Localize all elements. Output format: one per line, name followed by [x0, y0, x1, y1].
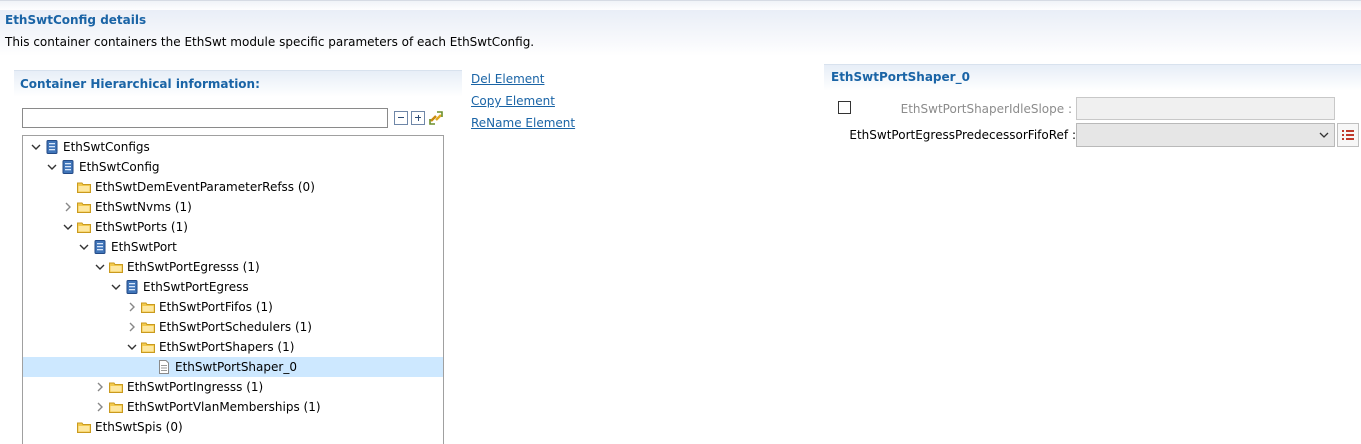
header-band — [0, 10, 1361, 56]
expand-all-icon[interactable] — [411, 111, 425, 125]
tree-item-label: EthSwtConfigs — [63, 140, 150, 154]
chevron-right-icon[interactable] — [94, 401, 106, 413]
module-icon — [61, 160, 75, 174]
tree-item-label: EthSwtPortIngresss (1) — [127, 380, 264, 394]
folder-icon — [109, 260, 123, 274]
idle-slope-label: EthSwtPortShaperIdleSlope : — [900, 102, 1072, 116]
idle-slope-checkbox[interactable] — [838, 101, 851, 114]
container-hierarchy-header: Container Hierarchical information: — [14, 70, 462, 97]
tree-item[interactable]: EthSwtNvms (1) — [23, 197, 443, 217]
link-with-editor-icon[interactable] — [428, 110, 444, 126]
container-hierarchy-title: Container Hierarchical information: — [20, 77, 260, 91]
reference-list-button[interactable] — [1337, 123, 1359, 147]
chevron-down-icon[interactable] — [110, 281, 122, 293]
shaper-details-title: EthSwtPortShaper_0 — [831, 70, 970, 84]
shaper-details-header: EthSwtPortShaper_0 — [824, 64, 1361, 91]
module-icon — [93, 240, 107, 254]
folder-icon — [141, 320, 155, 334]
tree-item-label: EthSwtPort — [111, 240, 177, 254]
module-icon — [125, 280, 139, 294]
tree-item-label: EthSwtDemEventParameterRefss (0) — [95, 180, 315, 194]
idle-slope-input[interactable] — [1076, 97, 1335, 120]
folder-icon — [77, 200, 91, 214]
rename-element-link[interactable]: ReName Element — [471, 116, 575, 130]
chevron-down-icon[interactable] — [94, 261, 106, 273]
folder-icon — [141, 300, 155, 314]
tree-item-label: EthSwtPorts (1) — [95, 220, 188, 234]
chevron-right-icon[interactable] — [62, 201, 74, 213]
tree-item[interactable]: EthSwtPortShaper_0 — [23, 357, 443, 377]
tree-item-label: EthSwtSpis (0) — [95, 420, 183, 434]
folder-icon — [141, 340, 155, 354]
tree-item[interactable]: EthSwtPortEgresss (1) — [23, 257, 443, 277]
tree-item[interactable]: EthSwtDemEventParameterRefss (0) — [23, 177, 443, 197]
chevron-down-icon[interactable] — [62, 221, 74, 233]
page-title: EthSwtConfig details — [5, 13, 147, 27]
tree-item[interactable]: EthSwtConfigs — [23, 137, 443, 157]
tree-item[interactable]: EthSwtPortEgress — [23, 277, 443, 297]
tree-item-label: EthSwtPortShaper_0 — [175, 360, 297, 374]
tree-item-label: EthSwtPortVlanMemberships (1) — [127, 400, 321, 414]
tree-item-label: EthSwtConfig — [79, 160, 160, 174]
tree-item[interactable]: EthSwtPortVlanMemberships (1) — [23, 397, 443, 417]
chevron-right-icon[interactable] — [94, 381, 106, 393]
document-icon — [157, 360, 171, 374]
chevron-down-icon[interactable] — [78, 241, 90, 253]
tree-item[interactable]: EthSwtSpis (0) — [23, 417, 443, 437]
chevron-right-icon[interactable] — [126, 321, 138, 333]
tree-item[interactable]: EthSwtPortIngresss (1) — [23, 377, 443, 397]
tree-item[interactable]: EthSwtConfig — [23, 157, 443, 177]
tree-item-label: EthSwtPortShapers (1) — [159, 340, 295, 354]
tree-item-label: EthSwtPortFifos (1) — [159, 300, 273, 314]
del-element-link[interactable]: Del Element — [471, 72, 544, 86]
tree-item[interactable]: EthSwtPorts (1) — [23, 217, 443, 237]
tree-item-label: EthSwtPortSchedulers (1) — [159, 320, 312, 334]
collapse-all-icon[interactable] — [394, 111, 408, 125]
tree-item[interactable]: EthSwtPortSchedulers (1) — [23, 317, 443, 337]
tree-item[interactable]: EthSwtPortShapers (1) — [23, 337, 443, 357]
tree-filter-input[interactable] — [22, 108, 388, 128]
module-icon — [45, 140, 59, 154]
folder-icon — [109, 400, 123, 414]
folder-icon — [77, 420, 91, 434]
predecessor-fifo-ref-select[interactable] — [1076, 123, 1335, 147]
folder-icon — [77, 220, 91, 234]
chevron-down-icon[interactable] — [126, 341, 138, 353]
folder-icon — [109, 380, 123, 394]
chevron-right-icon[interactable] — [126, 301, 138, 313]
chevron-down-icon — [1319, 132, 1329, 138]
chevron-down-icon[interactable] — [46, 161, 58, 173]
tree-item[interactable]: EthSwtPortFifos (1) — [23, 297, 443, 317]
page-description: This container containers the EthSwt mod… — [5, 35, 535, 49]
folder-icon — [77, 180, 91, 194]
chevron-down-icon[interactable] — [30, 141, 42, 153]
copy-element-link[interactable]: Copy Element — [471, 94, 555, 108]
tree-item-label: EthSwtPortEgresss (1) — [127, 260, 260, 274]
container-tree[interactable]: EthSwtConfigs EthSwtConfig EthSwtDemEventP… — [22, 135, 444, 444]
tree-item-label: EthSwtNvms (1) — [95, 200, 192, 214]
tree-item-label: EthSwtPortEgress — [143, 280, 249, 294]
list-icon — [1342, 130, 1354, 140]
predecessor-fifo-ref-label: EthSwtPortEgressPredecessorFifoRef : — [849, 128, 1076, 142]
tree-item[interactable]: EthSwtPort — [23, 237, 443, 257]
